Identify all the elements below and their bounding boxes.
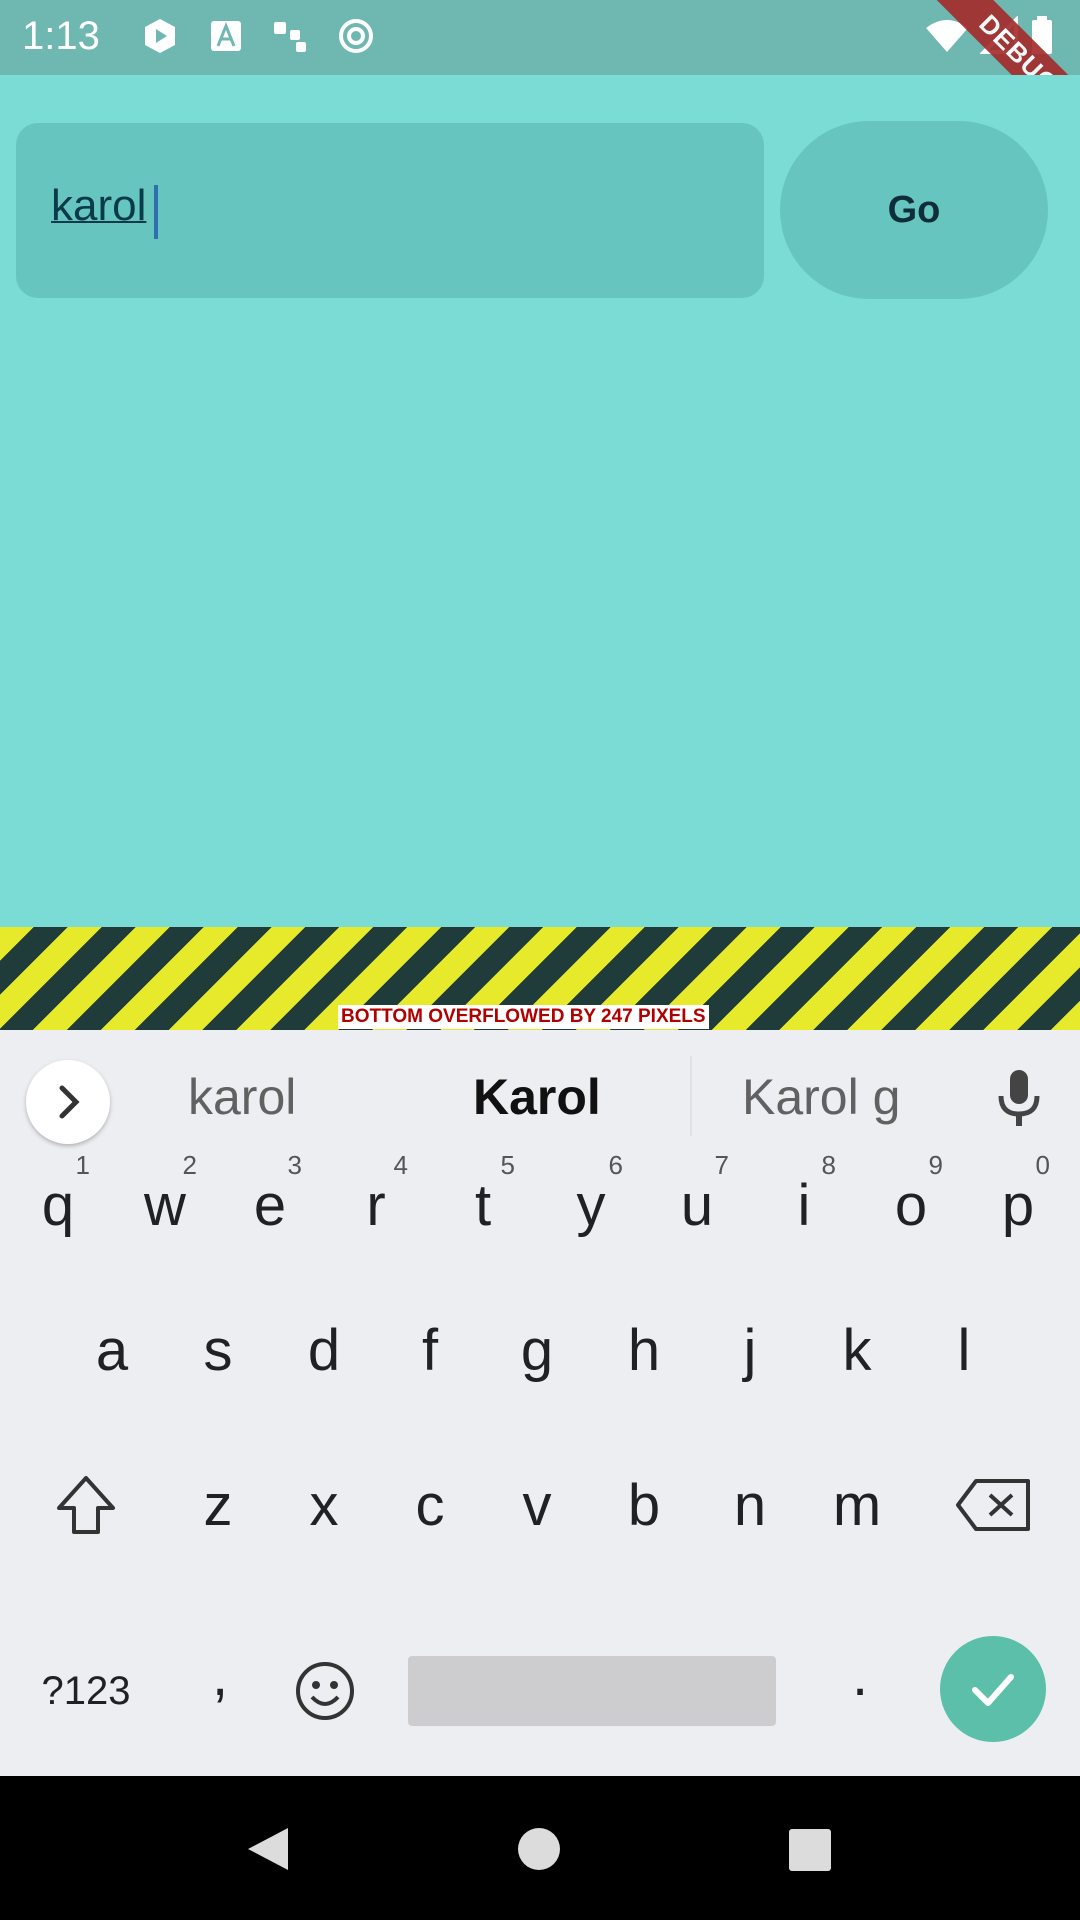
- key-z[interactable]: z: [168, 1440, 268, 1570]
- key-label: y: [576, 1172, 606, 1238]
- key-b[interactable]: b: [594, 1440, 694, 1570]
- period-key[interactable]: .: [810, 1610, 910, 1740]
- key-a[interactable]: a: [62, 1285, 162, 1415]
- key-u[interactable]: u7: [647, 1140, 747, 1270]
- key-r[interactable]: r4: [326, 1140, 426, 1270]
- expand-toolbar-button[interactable]: [26, 1060, 110, 1144]
- dots-icon: [274, 22, 306, 52]
- suggestion-divider: [690, 1056, 692, 1136]
- key-o[interactable]: o9: [861, 1140, 961, 1270]
- search-input[interactable]: karol: [16, 123, 764, 298]
- shift-key[interactable]: [36, 1440, 136, 1570]
- key-hint: 9: [928, 1150, 943, 1180]
- key-j[interactable]: j: [700, 1285, 800, 1415]
- key-hint: 5: [500, 1150, 515, 1180]
- key-hint: 4: [393, 1150, 408, 1180]
- key-label: u: [680, 1172, 714, 1238]
- key-m[interactable]: m: [807, 1440, 907, 1570]
- font-icon: [211, 21, 241, 51]
- emoji-icon: [296, 1662, 354, 1720]
- key-d[interactable]: d: [274, 1285, 374, 1415]
- key-y[interactable]: y6: [541, 1140, 641, 1270]
- play-store-icon: [145, 19, 175, 53]
- key-l[interactable]: l: [914, 1285, 1014, 1415]
- key-label: q: [41, 1172, 75, 1238]
- check-icon: [972, 1674, 1014, 1706]
- recents-icon[interactable]: [788, 1828, 832, 1872]
- key-v[interactable]: v: [487, 1440, 587, 1570]
- key-label: o: [894, 1172, 928, 1238]
- text-cursor: [154, 185, 158, 239]
- search-input-value: karol: [51, 181, 147, 230]
- go-button[interactable]: Go: [780, 121, 1048, 299]
- chevron-right-icon: [59, 1085, 80, 1119]
- key-label: p: [1001, 1172, 1035, 1238]
- key-label: t: [474, 1172, 492, 1238]
- key-s[interactable]: s: [168, 1285, 268, 1415]
- key-f[interactable]: f: [380, 1285, 480, 1415]
- key-x[interactable]: x: [274, 1440, 374, 1570]
- status-time: 1:13: [22, 14, 100, 58]
- key-t[interactable]: t5: [433, 1140, 533, 1270]
- key-label: i: [797, 1172, 811, 1238]
- soft-keyboard: karol Karol Karol g q1 w2 e3 r4 t5 y6 u7…: [0, 1030, 1080, 1776]
- key-hint: 0: [1035, 1150, 1050, 1180]
- key-hint: 2: [182, 1150, 197, 1180]
- key-hint: 7: [714, 1150, 729, 1180]
- enter-key[interactable]: [940, 1636, 1046, 1742]
- key-h[interactable]: h: [594, 1285, 694, 1415]
- space-key[interactable]: [408, 1656, 776, 1726]
- suggestion-3[interactable]: Karol g: [742, 1068, 900, 1126]
- key-e[interactable]: e3: [220, 1140, 320, 1270]
- key-p[interactable]: p0: [968, 1140, 1068, 1270]
- key-hint: 3: [287, 1150, 302, 1180]
- key-w[interactable]: w2: [115, 1140, 215, 1270]
- suggestion-1[interactable]: karol: [188, 1068, 296, 1126]
- key-c[interactable]: c: [380, 1440, 480, 1570]
- key-g[interactable]: g: [487, 1285, 587, 1415]
- symbols-key[interactable]: ?123: [36, 1626, 136, 1756]
- suggestion-2[interactable]: Karol: [473, 1068, 601, 1126]
- key-n[interactable]: n: [700, 1440, 800, 1570]
- status-bar: 1:13 DEBUG: [0, 0, 1080, 157]
- backspace-key[interactable]: [944, 1440, 1044, 1570]
- app-body: karol Go: [0, 75, 1080, 927]
- key-i[interactable]: i8: [754, 1140, 854, 1270]
- overflow-warning-label: BOTTOM OVERFLOWED BY 247 PIXELS: [338, 1005, 709, 1029]
- key-k[interactable]: k: [807, 1285, 907, 1415]
- key-hint: 1: [75, 1150, 90, 1180]
- shift-icon: [57, 1476, 115, 1534]
- microphone-icon[interactable]: [992, 1066, 1046, 1130]
- key-hint: 8: [821, 1150, 836, 1180]
- comma-key[interactable]: ,: [170, 1610, 270, 1740]
- emoji-key[interactable]: [275, 1626, 375, 1756]
- key-label: e: [253, 1172, 287, 1238]
- key-q[interactable]: q1: [8, 1140, 108, 1270]
- navigation-bar: [0, 1776, 1080, 1920]
- key-label: w: [144, 1172, 186, 1238]
- backspace-icon: [956, 1479, 1030, 1531]
- sync-icon: [339, 19, 373, 53]
- home-icon[interactable]: [516, 1826, 562, 1872]
- back-icon[interactable]: [244, 1826, 290, 1872]
- key-hint: 6: [608, 1150, 623, 1180]
- key-label: r: [366, 1172, 386, 1238]
